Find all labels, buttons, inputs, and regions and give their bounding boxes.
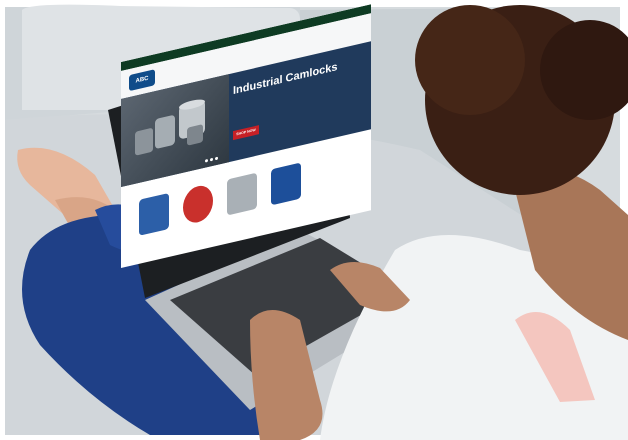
product-fitting[interactable] [227, 172, 257, 216]
nav-menu [161, 67, 185, 73]
product-pump[interactable] [271, 162, 301, 206]
photo-scene: ABC Industrial Camlocks SHOP NOW [0, 0, 628, 440]
brand-logo[interactable]: ABC [129, 69, 155, 92]
product-red-hose[interactable] [183, 182, 213, 226]
product-hose-reel[interactable] [139, 192, 169, 236]
shop-now-button[interactable]: SHOP NOW [233, 125, 259, 141]
